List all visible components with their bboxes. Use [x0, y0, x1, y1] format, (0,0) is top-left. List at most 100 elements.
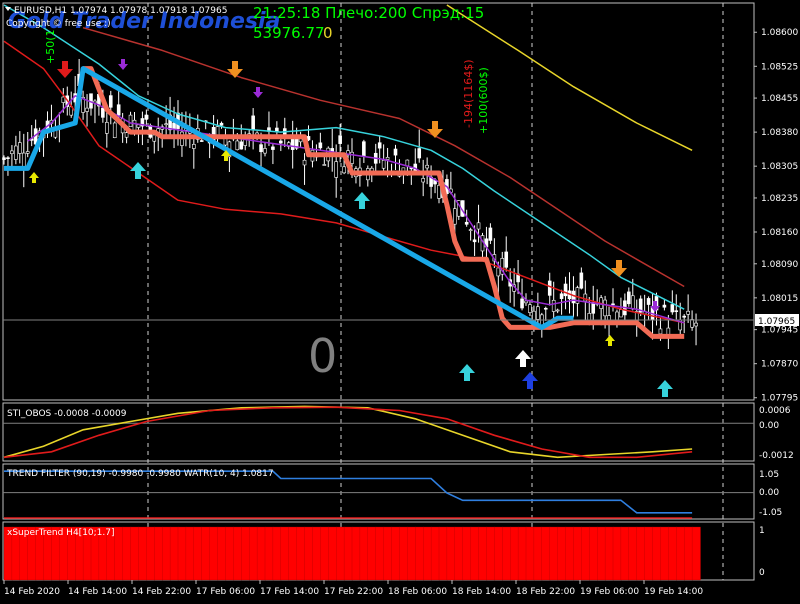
- small-arrow-down-icon: [253, 87, 263, 98]
- price-axis-label: 1.08380: [761, 128, 798, 138]
- time-axis-label: 18 Feb 06:00: [388, 587, 447, 597]
- xsupertrend-bar: [486, 526, 496, 581]
- candle-body: [405, 159, 410, 167]
- candle-body: [235, 140, 240, 151]
- chart-canvas[interactable]: 1.07965 Gold Trader Indonesia EURUSD,H1 …: [0, 0, 800, 600]
- candle-body: [686, 310, 690, 315]
- sti-axis-label: -0.0012: [759, 451, 794, 461]
- xsupertrend-bar: [122, 526, 132, 581]
- price-panel-frame: [2, 2, 755, 401]
- xsupertrend-bar: [644, 526, 654, 581]
- time-axis-label: 18 Feb 22:00: [516, 587, 575, 597]
- candle-body: [694, 322, 698, 327]
- candle-body: [674, 310, 679, 312]
- candle-body: [362, 141, 366, 157]
- candle-body: [385, 157, 390, 160]
- xsupertrend-bar: [225, 526, 235, 581]
- price-axis-label: 1.08525: [761, 62, 798, 72]
- copyright-text: Copyright © free use :): [6, 19, 111, 29]
- arrow-up-icon: [459, 364, 475, 381]
- candle-body: [6, 157, 10, 159]
- candle-body: [563, 283, 568, 297]
- candle-body: [279, 140, 283, 144]
- vertical-left-text: +50(1: [44, 29, 57, 64]
- time-axis-label: 19 Feb 14:00: [644, 587, 703, 597]
- candle-body: [259, 144, 263, 153]
- arrow-up-icon: [354, 192, 370, 209]
- xsupertrend-bar: [423, 526, 432, 581]
- xsupertrend-bar: [478, 526, 488, 581]
- candle-body: [453, 208, 457, 225]
- candle-body: [520, 298, 524, 309]
- time-axis-label: 17 Feb 22:00: [324, 587, 383, 597]
- xsupertrend-bar: [510, 526, 519, 581]
- xsupertrend-bar: [604, 526, 614, 581]
- xsupertrend-bar: [249, 526, 258, 581]
- time-axis-label: 14 Feb 2020: [4, 587, 60, 597]
- arrow-down-icon: [427, 121, 443, 138]
- candle-body: [571, 290, 576, 304]
- xsupertrend-bar: [636, 526, 646, 581]
- candle-body: [251, 115, 255, 131]
- axis-labels: 1.08600 1.08525 1.08455 1.08380 1.08305 1.082…: [3, 28, 798, 597]
- candle-body: [105, 122, 109, 134]
- candle-body: [116, 104, 121, 116]
- xsupertrend-bar: [660, 526, 670, 581]
- arrow-down-icon: [611, 260, 627, 277]
- candle-body: [627, 291, 631, 305]
- candle-body: [611, 303, 615, 306]
- xsupertrend-bar: [462, 526, 472, 581]
- candle-body: [468, 229, 473, 231]
- xsupertrend-bar: [525, 526, 535, 581]
- trend-axis-label: 0.00: [759, 488, 779, 498]
- candle-body: [25, 151, 30, 154]
- candle-body: [101, 107, 105, 118]
- time-axis-label: 14 Feb 14:00: [68, 587, 127, 597]
- xsupertrend-bar: [407, 526, 416, 581]
- arrow-up-icon: [522, 372, 538, 389]
- xsupertrend-bar: [494, 526, 503, 581]
- xsupertrend-bar: [549, 526, 559, 581]
- candle-body: [682, 315, 686, 318]
- candle-body: [318, 142, 323, 149]
- xst-axis-label: 0: [759, 568, 765, 578]
- xsupertrend-bar: [359, 526, 369, 581]
- candle-body: [496, 267, 501, 277]
- xsupertrend-bar: [169, 526, 179, 581]
- signal-arrows-layer: [29, 59, 673, 397]
- xsupertrend-bar: [446, 526, 456, 581]
- xsupertrend-bar: [177, 526, 187, 581]
- chart-window[interactable]: 1.07965 Gold Trader Indonesia EURUSD,H1 …: [0, 0, 800, 600]
- xsupertrend-bar: [391, 526, 401, 581]
- xsupertrend-bar: [676, 526, 685, 581]
- candle-body: [603, 299, 607, 317]
- candle-body: [646, 298, 651, 305]
- xsupertrend-bar: [652, 526, 662, 581]
- arrow-down-icon: [57, 61, 73, 78]
- sti-axis-label: 0.00: [759, 421, 779, 431]
- candle-body: [18, 142, 22, 154]
- xsupertrend-bar: [256, 526, 266, 581]
- arrow-up-icon: [515, 350, 531, 367]
- candle-body: [263, 148, 267, 154]
- xsupertrend-bar: [691, 526, 701, 581]
- xsupertrend-bar: [620, 526, 630, 581]
- price-axis-label: 1.07795: [761, 394, 798, 404]
- candle-body: [239, 141, 244, 150]
- candle-body: [555, 309, 560, 312]
- candle-body: [14, 145, 18, 160]
- candle-body: [124, 132, 129, 138]
- candle-body: [136, 124, 141, 128]
- xsupertrend-bar: [517, 526, 527, 581]
- xsupertrend-bar: [304, 526, 314, 581]
- candle-body: [2, 157, 6, 160]
- candle-body: [164, 123, 168, 126]
- balance-text: 53976.77: [253, 24, 325, 42]
- xsupertrend-bar: [684, 526, 693, 581]
- xsupertrend-bar: [565, 526, 575, 581]
- xsupertrend-bar: [597, 526, 606, 581]
- xsupertrend-bar: [454, 526, 464, 581]
- candle-body: [393, 148, 398, 156]
- candle-body: [528, 304, 532, 313]
- candle-body: [591, 302, 596, 314]
